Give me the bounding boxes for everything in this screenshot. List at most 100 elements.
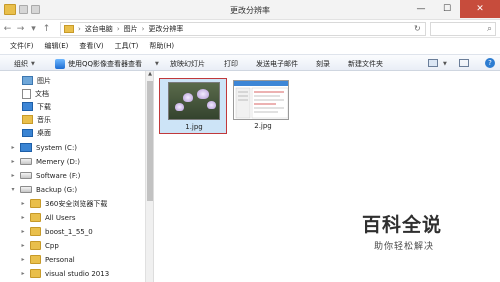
help-icon[interactable]: ? — [485, 58, 495, 68]
print-button[interactable]: 打印 — [224, 59, 238, 69]
close-button[interactable]: ✕ — [460, 0, 500, 18]
refresh-icon[interactable]: ↻ — [414, 24, 421, 33]
command-bar: 组织 ▼ 使用QQ影像查看器查看 ▼ 放映幻灯片 打印 发送电子邮件 刻录 新建… — [0, 54, 500, 71]
sidebar-item-label: visual studio 2013 — [45, 269, 110, 278]
sidebar-item-label: Memery (D:) — [36, 157, 80, 166]
preview-pane-icon[interactable] — [459, 59, 469, 67]
back-icon[interactable]: ← — [2, 23, 13, 34]
breadcrumb-separator[interactable]: › — [117, 25, 120, 33]
chevron-right-icon[interactable]: ▸ — [20, 200, 26, 207]
scrollbar-thumb[interactable] — [147, 81, 153, 201]
title-bar: 更改分辨率 — ☐ ✕ — [0, 0, 500, 20]
chevron-right-icon[interactable]: ▸ — [20, 270, 26, 277]
breadcrumb-separator[interactable]: › — [142, 25, 145, 33]
desktop-icon — [22, 128, 33, 137]
folder-icon — [30, 255, 41, 264]
organize-label: 组织 — [14, 60, 28, 68]
chevron-down-icon[interactable]: ▼ — [155, 61, 159, 67]
menu-help[interactable]: 帮助(H) — [149, 41, 174, 51]
address-bar[interactable]: › 这台电脑 › 图片 › 更改分辨率 — [60, 22, 426, 36]
sidebar-item-folder[interactable]: ▸ boost_1_55_0 — [20, 225, 93, 238]
lotus-photo-thumbnail — [168, 82, 220, 120]
system-drive-icon — [20, 143, 32, 152]
menu-view[interactable]: 查看(V) — [79, 41, 103, 51]
sidebar-item-folder[interactable]: ▸ Cpp — [20, 239, 59, 252]
lotus-flower — [207, 101, 216, 109]
drive-icon — [20, 158, 32, 165]
file-name: 1.jpg — [185, 123, 203, 131]
chevron-down-icon[interactable]: ▼ — [443, 61, 447, 67]
sidebar-item-downloads[interactable]: 下载 — [22, 100, 51, 113]
email-label: 发送电子邮件 — [256, 60, 298, 68]
menu-file[interactable]: 文件(F) — [10, 41, 34, 51]
chevron-right-icon[interactable]: ▸ — [20, 214, 26, 221]
sidebar-item-folder[interactable]: ▸ Personal — [20, 253, 75, 266]
chevron-right-icon[interactable]: ▸ — [10, 144, 16, 151]
sidebar-item-label: Cpp — [45, 241, 59, 250]
watermark-subtitle: 助你轻松解决 — [374, 242, 435, 252]
file-name: 2.jpg — [254, 122, 272, 130]
breadcrumb-this-pc[interactable]: 这台电脑 — [85, 24, 113, 34]
watermark-title: 百科全说 — [362, 214, 443, 236]
slideshow-label: 放映幻灯片 — [170, 60, 205, 68]
drive-icon — [20, 172, 32, 179]
sidebar-item-music[interactable]: 音乐 — [22, 113, 51, 126]
chevron-right-icon[interactable]: ▸ — [20, 228, 26, 235]
breadcrumb-current[interactable]: 更改分辨率 — [148, 24, 183, 34]
sidebar-item-documents[interactable]: 文档 — [22, 87, 49, 100]
folder-icon — [30, 199, 41, 208]
slideshow-button[interactable]: 放映幻灯片 — [170, 59, 205, 69]
email-button[interactable]: 发送电子邮件 — [256, 59, 298, 69]
sidebar-item-desktop[interactable]: 桌面 — [22, 126, 51, 139]
up-icon[interactable]: ↑ — [41, 23, 52, 34]
folder-icon — [30, 269, 41, 278]
pictures-icon — [22, 76, 33, 85]
menu-edit[interactable]: 编辑(E) — [45, 41, 69, 51]
file-item-2[interactable]: 2.jpg — [233, 78, 293, 134]
sidebar-item-folder[interactable]: ▸ All Users — [20, 211, 76, 224]
maximize-button[interactable]: ☐ — [434, 0, 460, 18]
organize-button[interactable]: 组织 ▼ — [14, 59, 35, 69]
music-icon — [22, 115, 33, 124]
sidebar-item-pictures[interactable]: 图片 — [22, 74, 51, 87]
sidebar-item-drive-c[interactable]: ▸ System (C:) — [10, 141, 77, 154]
navigation-buttons: ← → ▾ ↑ — [2, 23, 52, 34]
new-folder-button[interactable]: 新建文件夹 — [348, 59, 383, 69]
chevron-right-icon[interactable]: ▸ — [20, 242, 26, 249]
file-item-1[interactable]: 1.jpg — [159, 78, 227, 134]
sidebar-item-folder[interactable]: ▸ visual studio 2013 — [20, 267, 109, 280]
sidebar-item-drive-g[interactable]: ▾ Backup (G:) — [10, 183, 77, 196]
burn-button[interactable]: 刻录 — [316, 59, 330, 69]
breadcrumb-pictures[interactable]: 图片 — [124, 24, 138, 34]
scroll-up-icon[interactable]: ▲ — [146, 71, 154, 79]
sidebar-item-label: All Users — [45, 213, 76, 222]
sidebar-item-drive-f[interactable]: ▸ Software (F:) — [10, 169, 80, 182]
sidebar-scrollbar[interactable]: ▲ — [146, 71, 154, 282]
minimize-button[interactable]: — — [408, 0, 434, 18]
chevron-right-icon[interactable]: ▸ — [10, 158, 16, 165]
menu-tools[interactable]: 工具(T) — [115, 41, 139, 51]
open-with-qq-viewer-button[interactable]: 使用QQ影像查看器查看 ▼ — [55, 59, 159, 69]
search-input[interactable]: ⌕ — [430, 22, 496, 36]
window-controls: — ☐ ✕ — [408, 0, 500, 18]
downloads-icon — [22, 102, 33, 111]
sidebar-item-drive-d[interactable]: ▸ Memery (D:) — [10, 155, 80, 168]
breadcrumb-separator[interactable]: › — [78, 25, 81, 33]
screenshot-preview-graphic — [234, 81, 288, 119]
chevron-right-icon[interactable]: ▸ — [20, 256, 26, 263]
lotus-flower — [183, 93, 193, 102]
chevron-down-icon: ▼ — [31, 61, 35, 67]
sidebar-item-label: 图片 — [37, 76, 51, 85]
chevron-right-icon[interactable]: ▸ — [10, 172, 16, 179]
chevron-down-icon[interactable]: ▾ — [10, 186, 16, 193]
change-view-icon[interactable] — [428, 59, 438, 67]
sidebar-item-label: 下载 — [37, 102, 51, 111]
forward-icon[interactable]: → — [15, 23, 26, 34]
folder-icon — [30, 241, 41, 250]
search-icon[interactable]: ⌕ — [487, 24, 492, 34]
address-bar-row: ← → ▾ ↑ › 这台电脑 › 图片 › 更改分辨率 ↻ ⌕ — [0, 20, 500, 38]
qq-viewer-icon — [55, 59, 65, 69]
folder-icon — [64, 25, 74, 33]
sidebar-item-folder[interactable]: ▸ 360安全浏览器下载 — [20, 197, 107, 210]
history-chevron-icon[interactable]: ▾ — [28, 23, 39, 34]
